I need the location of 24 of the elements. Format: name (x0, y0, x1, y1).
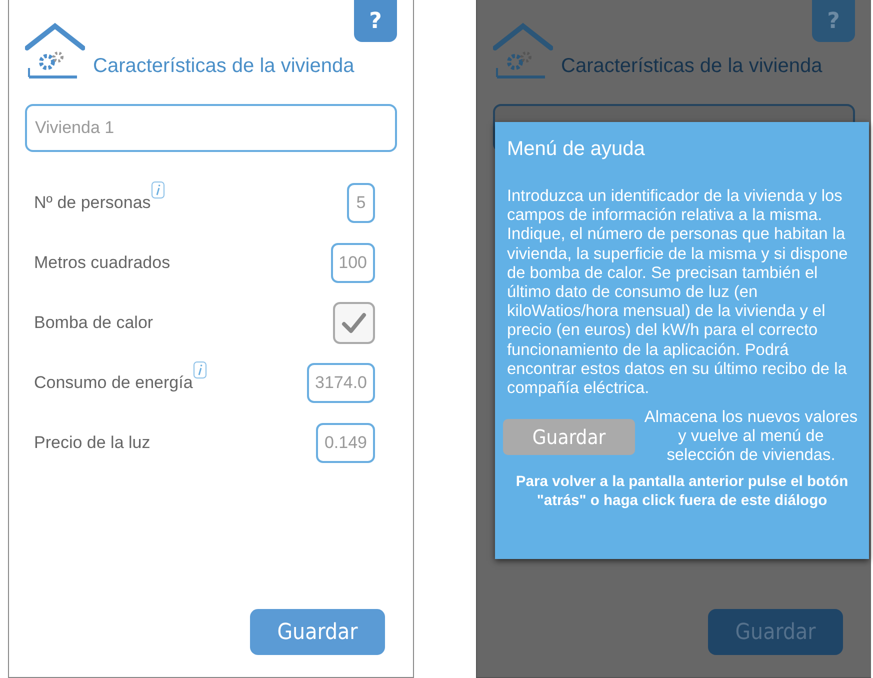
info-icon[interactable] (150, 181, 165, 199)
dialog-footer-text: Para volver a la pantalla anterior pulse el botón "atrás" o haga click fuera de este diálogo (514, 473, 850, 512)
checkmark-icon (341, 312, 367, 334)
number-field[interactable]: 100 (330, 243, 375, 283)
help-text: Introduzca un identificador de la vivienda y los campos de información relativa a la misma. Indique, el número de personas que habitan la vivienda, la superficie de la misma y si dispone de bomba de calor. Se precisan también el último dato de consumo de luz (en kiloWatios/hora mensual) de la vivienda y el precio (en euros) del kW/h para el correcto funcionamiento de la aplicación. Podrá encontrar estos datos en su último recibo de la compañía eléctrica. (507, 187, 849, 398)
field-label: Metros cuadrados (34, 253, 170, 273)
checkbox[interactable] (333, 302, 375, 344)
number-field[interactable]: 5 (347, 183, 375, 223)
save-button[interactable]: Guardar (503, 418, 635, 455)
number-field[interactable]: 0.149 (316, 423, 375, 463)
field-label: Consumo de energía (34, 373, 193, 393)
number-field[interactable]: 3174.0 (307, 363, 375, 403)
field-label: Precio de la luz (34, 433, 150, 453)
screen-title: Características de la vivienda (93, 55, 354, 78)
screen-title: Características de la vivienda (561, 55, 822, 78)
field-label: Bomba de calor (34, 313, 154, 333)
info-icon[interactable] (192, 361, 207, 379)
save-description: Almacena los nuevos valores y vuelve al menú de selección de viviendas. (643, 408, 859, 466)
save-button[interactable]: Guardar (250, 609, 385, 655)
help-button[interactable]: ? (812, 0, 855, 42)
field-label: Nº de personas (34, 193, 151, 213)
dialog-title: Menú de ayuda (507, 138, 646, 161)
name-field[interactable]: Vivienda 1 (25, 104, 397, 152)
help-button[interactable]: ? (354, 0, 397, 42)
